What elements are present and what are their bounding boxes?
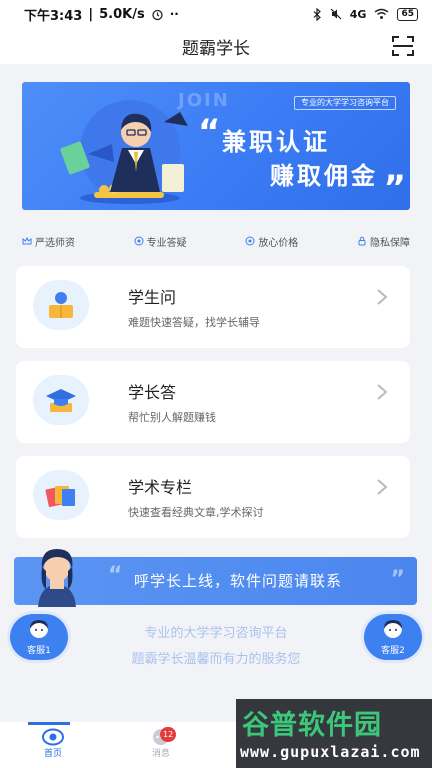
card-title: 学生问 xyxy=(128,288,177,307)
feature-item: 隐私保障 xyxy=(357,232,410,250)
card-subtitle: 帮忙别人解题赚钱 xyxy=(128,411,216,424)
network-speed: 5.0K/s xyxy=(99,6,145,22)
student-icon xyxy=(49,292,73,318)
status-right: 4G 65 xyxy=(313,7,418,21)
banner-headline-2: 赚取佣金 xyxy=(270,162,378,190)
watermark-url: www.gupuxlazai.com xyxy=(240,743,421,761)
card-icon-bg xyxy=(33,470,89,520)
card-subtitle: 难题快速答疑，找学长辅导 xyxy=(128,316,260,329)
status-left: 下午3:43 | 5.0K/s ·· xyxy=(24,5,179,24)
tab-home-label: 首页 xyxy=(43,749,62,759)
watermark: 谷普软件园 www.gupuxlazai.com xyxy=(236,699,432,768)
customer-service-1-label: 客服1 xyxy=(27,646,51,656)
notice-quote-close: ” xyxy=(390,567,405,592)
crown-icon xyxy=(22,236,32,245)
bluetooth-icon xyxy=(313,7,321,21)
feature-item: 放心价格 xyxy=(245,232,298,250)
status-separator: | xyxy=(88,6,94,22)
customer-service-2-label: 客服2 xyxy=(381,646,405,656)
banner-quote-open: “ xyxy=(198,112,221,152)
agent-face-icon xyxy=(384,620,402,638)
more-dots-icon: ·· xyxy=(169,7,179,21)
chevron-right-icon xyxy=(377,289,388,305)
mute-icon xyxy=(330,8,342,20)
wifi-icon xyxy=(375,8,389,19)
card-student-ask[interactable]: 学生问 难题快速答疑，找学长辅导 xyxy=(16,266,410,348)
books-icon xyxy=(45,486,75,508)
card-title: 学术专栏 xyxy=(128,478,193,497)
tutor-illustration xyxy=(60,100,188,204)
tab-messages-label: 消息 xyxy=(151,749,170,759)
alarm-icon xyxy=(152,9,163,20)
card-title: 学长答 xyxy=(128,383,177,402)
feature-label: 专业答疑 xyxy=(146,237,187,249)
page-title: 题霸学长 xyxy=(182,38,250,59)
battery-indicator: 65 xyxy=(397,7,418,21)
chevron-right-icon xyxy=(377,479,388,495)
notice-quote-open: “ xyxy=(108,563,123,588)
tab-home[interactable]: 首页 xyxy=(23,728,83,759)
banner-tag: 专业的大学学习咨询平台 xyxy=(294,96,396,110)
notice-text: 呼学长上线，软件问题请联系 xyxy=(134,572,343,590)
promo-banner[interactable]: JOIN 专业的大学学习咨询平台 “ 兼职认证 赚取佣金 ” xyxy=(22,82,410,210)
signal-icon: 4G xyxy=(349,7,367,21)
eye-icon xyxy=(134,236,144,246)
lock-icon xyxy=(358,236,366,246)
feature-label: 放心价格 xyxy=(258,237,299,249)
card-subtitle: 快速查看经典文章,学术探讨 xyxy=(128,506,264,519)
card-icon-bg xyxy=(33,280,89,330)
customer-service-2-button[interactable]: 客服2 xyxy=(364,614,422,660)
support-agent-illustration xyxy=(38,549,76,607)
card-academic-column[interactable]: 学术专栏 快速查看经典文章,学术探讨 xyxy=(16,456,410,538)
status-time: 下午3:43 xyxy=(24,8,83,24)
tagline-service: 题霸学长温馨而有力的服务您 xyxy=(131,652,301,667)
card-senior-answer[interactable]: 学长答 帮忙别人解题赚钱 xyxy=(16,361,410,443)
chevron-right-icon xyxy=(377,384,388,400)
feature-item: 严选师资 xyxy=(22,232,75,250)
watermark-brand: 谷普软件园 xyxy=(242,710,382,741)
active-tab-indicator xyxy=(28,722,70,725)
eye-icon xyxy=(245,236,255,246)
graduation-cap-icon xyxy=(46,389,76,412)
agent-face-icon xyxy=(30,620,48,638)
banner-quote-close: ” xyxy=(383,168,406,208)
feature-strip: 严选师资 专业答疑 放心价格 隐私保障 xyxy=(22,232,410,250)
feature-label: 隐私保障 xyxy=(369,237,410,249)
status-bar: 下午3:43 | 5.0K/s ·· 4G 65 xyxy=(0,0,432,28)
messages-badge: 12 xyxy=(160,727,177,742)
customer-service-1-button[interactable]: 客服1 xyxy=(10,614,68,660)
scan-icon[interactable] xyxy=(392,36,414,56)
feature-item: 专业答疑 xyxy=(134,232,187,250)
banner-headline-1: 兼职认证 xyxy=(222,128,330,156)
card-icon-bg xyxy=(33,375,89,425)
title-bar: 题霸学长 xyxy=(0,28,432,64)
home-eye-icon xyxy=(42,728,64,746)
feature-label: 严选师资 xyxy=(35,237,75,249)
